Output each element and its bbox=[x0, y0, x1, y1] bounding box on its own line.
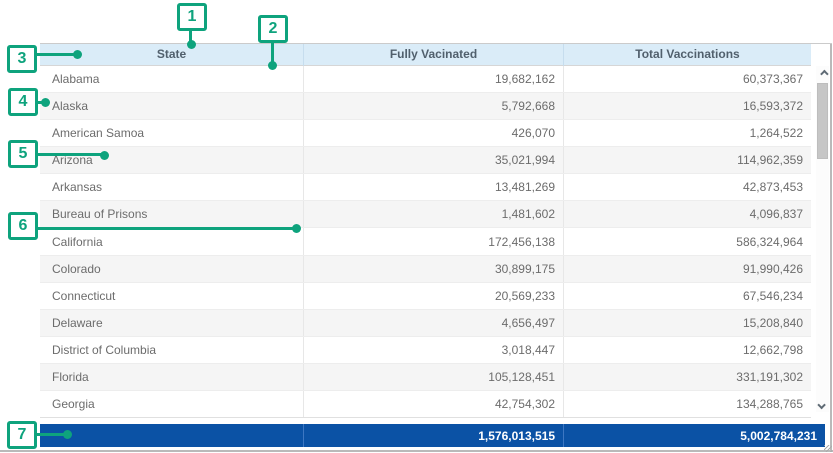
chevron-up-icon bbox=[820, 69, 828, 77]
cell-state-arkansas[interactable]: Arkansas bbox=[40, 174, 303, 200]
annotation-3-dot bbox=[73, 50, 82, 59]
cell-state-alaska[interactable]: Alaska bbox=[40, 93, 303, 119]
totals-fully-vacinated-value: 1,576,013,515 bbox=[303, 424, 563, 447]
chevron-down-icon bbox=[817, 400, 825, 408]
cell-fully-vacinated-delaware[interactable]: 4,656,497 bbox=[303, 310, 563, 336]
annotation-2-box: 2 bbox=[258, 15, 288, 43]
cell-total-vaccinations-alaska[interactable]: 16,593,372 bbox=[563, 93, 811, 119]
cell-state-california[interactable]: California bbox=[40, 228, 303, 254]
column-header-total-vaccinations[interactable]: Total Vaccinations bbox=[563, 44, 811, 66]
scroll-up-button[interactable] bbox=[816, 67, 829, 80]
annotation-5-connector bbox=[36, 153, 102, 156]
cell-state-district-of-columbia[interactable]: District of Columbia bbox=[40, 337, 303, 363]
cell-total-vaccinations-american-samoa[interactable]: 1,264,522 bbox=[563, 120, 811, 146]
totals-row: 1,576,013,515 5,002,784,231 bbox=[40, 424, 825, 447]
table-header-row: State Fully Vacinated Total Vaccinations bbox=[40, 44, 811, 66]
annotation-7-connector bbox=[35, 433, 65, 436]
cell-fully-vacinated-american-samoa[interactable]: 426,070 bbox=[303, 120, 563, 146]
cell-total-vaccinations-arizona[interactable]: 114,962,359 bbox=[563, 147, 811, 173]
cell-total-vaccinations-delaware[interactable]: 15,208,840 bbox=[563, 310, 811, 336]
annotation-7-dot bbox=[63, 430, 72, 439]
cell-state-american-samoa[interactable]: American Samoa bbox=[40, 120, 303, 146]
annotation-4-box: 4 bbox=[8, 88, 38, 116]
annotation-5-box: 5 bbox=[8, 140, 38, 168]
cell-fully-vacinated-arizona[interactable]: 35,021,994 bbox=[303, 147, 563, 173]
cell-total-vaccinations-colorado[interactable]: 91,990,426 bbox=[563, 256, 811, 282]
cell-state-delaware[interactable]: Delaware bbox=[40, 310, 303, 336]
table-row-american-samoa[interactable]: American Samoa426,0701,264,522 bbox=[40, 120, 811, 147]
cell-fully-vacinated-alabama[interactable]: 19,682,162 bbox=[303, 66, 563, 92]
annotation-4-dot bbox=[41, 98, 50, 107]
annotation-2-dot bbox=[268, 61, 277, 70]
annotation-1-box: 1 bbox=[177, 3, 207, 31]
annotation-2-connector bbox=[271, 43, 274, 63]
table-row-arizona[interactable]: Arizona35,021,994114,962,359 bbox=[40, 147, 811, 174]
cell-state-connecticut[interactable]: Connecticut bbox=[40, 283, 303, 309]
table-row-connecticut[interactable]: Connecticut20,569,23367,546,234 bbox=[40, 283, 811, 310]
cell-total-vaccinations-georgia[interactable]: 134,288,765 bbox=[563, 391, 811, 417]
cell-total-vaccinations-bureau-of-prisons[interactable]: 4,096,837 bbox=[563, 201, 811, 227]
cell-state-bureau-of-prisons[interactable]: Bureau of Prisons bbox=[40, 201, 303, 227]
cell-fully-vacinated-bureau-of-prisons[interactable]: 1,481,602 bbox=[303, 201, 563, 227]
window-bottom-edge bbox=[0, 450, 833, 452]
table-row-arkansas[interactable]: Arkansas13,481,26942,873,453 bbox=[40, 174, 811, 201]
cell-fully-vacinated-district-of-columbia[interactable]: 3,018,447 bbox=[303, 337, 563, 363]
annotation-5-dot bbox=[100, 151, 109, 160]
table-row-california[interactable]: California172,456,138586,324,964 bbox=[40, 228, 811, 255]
report-canvas: State Fully Vacinated Total Vaccinations… bbox=[0, 0, 833, 453]
cell-state-alabama[interactable]: Alabama bbox=[40, 66, 303, 92]
cell-total-vaccinations-florida[interactable]: 331,191,302 bbox=[563, 364, 811, 390]
cell-fully-vacinated-arkansas[interactable]: 13,481,269 bbox=[303, 174, 563, 200]
cell-state-georgia[interactable]: Georgia bbox=[40, 391, 303, 417]
annotation-6-connector bbox=[36, 227, 294, 230]
cell-fully-vacinated-california[interactable]: 172,456,138 bbox=[303, 228, 563, 254]
cell-fully-vacinated-florida[interactable]: 105,128,451 bbox=[303, 364, 563, 390]
table-row-district-of-columbia[interactable]: District of Columbia3,018,44712,662,798 bbox=[40, 337, 811, 364]
cell-total-vaccinations-alabama[interactable]: 60,373,367 bbox=[563, 66, 811, 92]
cell-fully-vacinated-georgia[interactable]: 42,754,302 bbox=[303, 391, 563, 417]
window-right-edge bbox=[830, 44, 832, 451]
annotation-1-dot bbox=[187, 40, 196, 49]
cell-total-vaccinations-connecticut[interactable]: 67,546,234 bbox=[563, 283, 811, 309]
table-row-delaware[interactable]: Delaware4,656,49715,208,840 bbox=[40, 310, 811, 337]
cell-total-vaccinations-arkansas[interactable]: 42,873,453 bbox=[563, 174, 811, 200]
annotation-3-box: 3 bbox=[7, 45, 37, 73]
table-row-alaska[interactable]: Alaska5,792,66816,593,372 bbox=[40, 93, 811, 120]
cell-fully-vacinated-connecticut[interactable]: 20,569,233 bbox=[303, 283, 563, 309]
cell-state-arizona[interactable]: Arizona bbox=[40, 147, 303, 173]
resize-grip-icon bbox=[824, 445, 832, 452]
table-row-colorado[interactable]: Colorado30,899,17591,990,426 bbox=[40, 256, 811, 283]
cell-state-florida[interactable]: Florida bbox=[40, 364, 303, 390]
table-row-alabama[interactable]: Alabama19,682,16260,373,367 bbox=[40, 66, 811, 93]
table-row-georgia[interactable]: Georgia42,754,302134,288,765 bbox=[40, 391, 811, 417]
table-row-bureau-of-prisons[interactable]: Bureau of Prisons1,481,6024,096,837 bbox=[40, 201, 811, 228]
scroll-down-button[interactable] bbox=[816, 398, 829, 411]
cell-state-colorado[interactable]: Colorado bbox=[40, 256, 303, 282]
annotation-7-box: 7 bbox=[7, 421, 37, 449]
column-header-fully-vacinated[interactable]: Fully Vacinated bbox=[303, 44, 563, 66]
table-row-florida[interactable]: Florida105,128,451331,191,302 bbox=[40, 364, 811, 391]
cell-fully-vacinated-colorado[interactable]: 30,899,175 bbox=[303, 256, 563, 282]
scrollbar-thumb[interactable] bbox=[817, 83, 828, 159]
cell-fully-vacinated-alaska[interactable]: 5,792,668 bbox=[303, 93, 563, 119]
cell-total-vaccinations-district-of-columbia[interactable]: 12,662,798 bbox=[563, 337, 811, 363]
table-body: Alabama19,682,16260,373,367Alaska5,792,6… bbox=[40, 66, 811, 418]
totals-state-cell bbox=[40, 424, 303, 447]
annotation-3-connector bbox=[35, 53, 75, 56]
annotation-6-box: 6 bbox=[8, 212, 38, 240]
totals-total-vaccinations-value: 5,002,784,231 bbox=[563, 424, 825, 447]
vertical-scrollbar[interactable] bbox=[816, 66, 829, 412]
cell-total-vaccinations-california[interactable]: 586,324,964 bbox=[563, 228, 811, 254]
annotation-6-dot bbox=[292, 224, 301, 233]
